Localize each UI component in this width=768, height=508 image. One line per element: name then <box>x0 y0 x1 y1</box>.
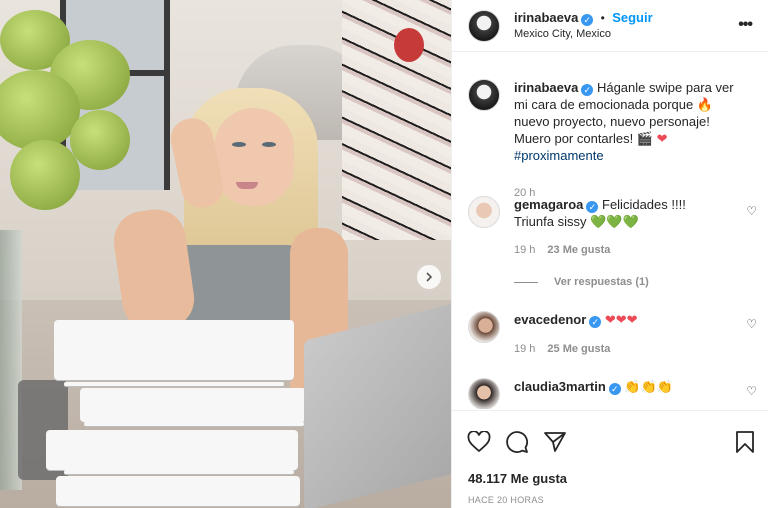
more-options-icon[interactable]: ••• <box>738 16 753 34</box>
header-separator: • <box>600 11 605 25</box>
comment-time: 19 h <box>514 244 536 256</box>
next-image-icon[interactable] <box>417 265 441 289</box>
post-photo[interactable] <box>0 0 451 508</box>
verified-badge-icon: ✓ <box>608 383 621 395</box>
post-timestamp[interactable]: HACE 20 HORAS <box>468 495 544 505</box>
clap-emoji: 👏👏👏 <box>624 379 673 394</box>
comment-likes[interactable]: 23 Me gusta <box>547 244 610 256</box>
header-username[interactable]: irinabaeva <box>514 10 578 25</box>
comment-like-heart-icon[interactable]: ♡ <box>746 384 757 398</box>
comment-meta: 19 h 25 Me gusta <box>514 343 610 355</box>
verified-badge-icon: ✓ <box>581 14 594 26</box>
comment-like-heart-icon[interactable]: ♡ <box>746 204 757 218</box>
save-bookmark-icon[interactable] <box>732 429 758 455</box>
green-hearts-emoji: 💚💚💚 <box>590 214 639 229</box>
photo-artwork <box>342 0 451 240</box>
comment-text: claudia3martin ✓ 👏👏👏 <box>514 378 729 395</box>
verified-badge-icon: ✓ <box>586 201 599 213</box>
like-heart-icon[interactable] <box>466 429 492 455</box>
follow-button[interactable]: Seguir <box>612 10 652 25</box>
photo-notebook-stack <box>44 310 306 508</box>
post-actions: 48.117 Me gusta HACE 20 HORAS <box>452 410 768 508</box>
photo-eye-left <box>232 142 246 147</box>
avatar[interactable] <box>468 378 500 409</box>
comment-time: 19 h <box>514 343 536 355</box>
view-replies-button[interactable]: Ver respuestas (1) <box>514 276 649 288</box>
comment-meta: 19 h 23 Me gusta <box>514 244 610 256</box>
comment-likes[interactable]: 25 Me gusta <box>547 343 610 355</box>
photo-face <box>214 108 294 206</box>
post-header: irinabaeva ✓ • Seguir Mexico City, Mexico… <box>452 0 768 52</box>
header-user-line: irinabaeva ✓ • Seguir <box>514 10 653 26</box>
avatar[interactable] <box>468 196 500 228</box>
heart-emoji: ❤ <box>656 131 668 146</box>
caption-username[interactable]: irinabaeva <box>514 80 578 95</box>
comment-like-heart-icon[interactable]: ♡ <box>746 317 757 331</box>
comment-username[interactable]: claudia3martin <box>514 379 606 394</box>
post-side-panel: irinabaeva ✓ • Seguir Mexico City, Mexico… <box>451 0 768 508</box>
caption-body-2: nuevo proyecto, nuevo personaje! Muero p… <box>514 114 710 146</box>
photo-mouth <box>236 182 258 189</box>
avatar[interactable] <box>468 10 500 42</box>
hashtag-link[interactable]: #proximamente <box>514 148 604 163</box>
red-hearts-emoji: ❤❤❤ <box>604 312 638 327</box>
verified-badge-icon: ✓ <box>581 84 594 96</box>
location-link[interactable]: Mexico City, Mexico <box>514 28 611 40</box>
photo-eye-right <box>262 142 276 147</box>
comment-icon[interactable] <box>504 429 530 455</box>
share-icon[interactable] <box>542 429 568 455</box>
clapper-emoji: 🎬 <box>636 131 654 146</box>
comment-username[interactable]: evacedenor <box>514 312 586 327</box>
comment-text: evacedenor ✓ ❤❤❤ <box>514 311 729 328</box>
avatar[interactable] <box>468 311 500 343</box>
verified-badge-icon: ✓ <box>589 316 602 328</box>
caption-text: irinabaeva ✓ Háganle swipe para ver mi ca… <box>514 79 749 164</box>
photo-laptop <box>304 303 451 508</box>
likes-count[interactable]: 48.117 Me gusta <box>468 471 567 486</box>
comments-list[interactable]: irinabaeva ✓ Háganle swipe para ver mi ca… <box>452 53 768 409</box>
comment-text: gemagaroa ✓ Felicidades !!!! Triunfa siss… <box>514 196 729 230</box>
fire-emoji: 🔥 <box>696 97 714 112</box>
comment-username[interactable]: gemagaroa <box>514 197 583 212</box>
avatar[interactable] <box>468 79 500 111</box>
photo-plant <box>0 0 150 230</box>
